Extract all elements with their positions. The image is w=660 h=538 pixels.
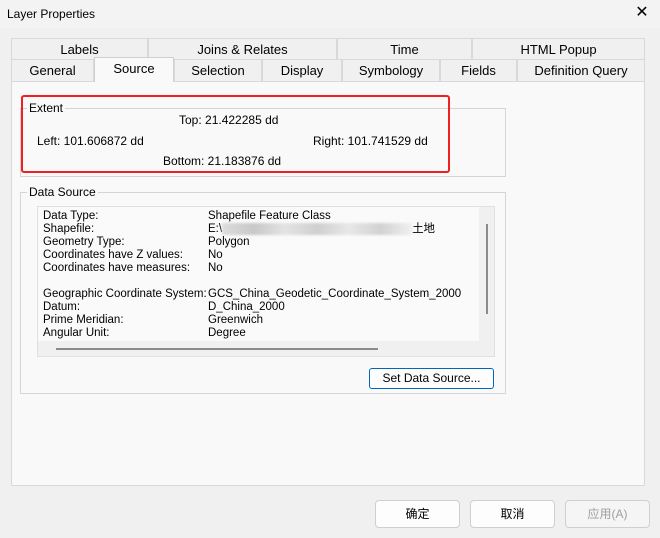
tab-fields[interactable]: Fields [440, 59, 517, 81]
extent-left: Left: 101.606872 dd [37, 134, 144, 148]
set-data-source-button[interactable]: Set Data Source... [369, 368, 494, 389]
horizontal-scrollbar[interactable] [56, 348, 378, 350]
tab-symbology[interactable]: Symbology [342, 59, 440, 81]
cancel-button[interactable]: 取消 [470, 500, 555, 528]
title-bar [0, 0, 660, 28]
data-source-info: Data Type: Shapefile Feature Class Shapef… [37, 206, 495, 357]
window-title: Layer Properties [7, 7, 96, 21]
tab-general[interactable]: General [11, 59, 94, 81]
extent-right: Right: 101.741529 dd [313, 134, 428, 148]
apply-button[interactable]: 应用(A) [565, 500, 650, 528]
extent-label: Extent [27, 101, 66, 115]
ok-button[interactable]: 确定 [375, 500, 460, 528]
tab-source[interactable]: Source [94, 57, 174, 82]
vertical-scrollbar[interactable] [486, 224, 488, 314]
extent-top: Top: 21.422285 dd [179, 113, 279, 127]
tab-joins-relates[interactable]: Joins & Relates [148, 38, 337, 60]
tab-html-popup[interactable]: HTML Popup [472, 38, 645, 60]
tab-time[interactable]: Time [337, 38, 472, 60]
tab-display[interactable]: Display [262, 59, 342, 81]
extent-bottom: Bottom: 21.183876 dd [163, 154, 282, 168]
data-source-label: Data Source [27, 185, 98, 199]
tab-selection[interactable]: Selection [174, 59, 262, 81]
tab-definition-query[interactable]: Definition Query [517, 59, 645, 81]
extent-group: Extent Top: 21.422285 dd Left: 101.60687… [20, 101, 506, 177]
redacted-path [222, 223, 413, 235]
close-icon[interactable]: ✕ [630, 2, 654, 24]
